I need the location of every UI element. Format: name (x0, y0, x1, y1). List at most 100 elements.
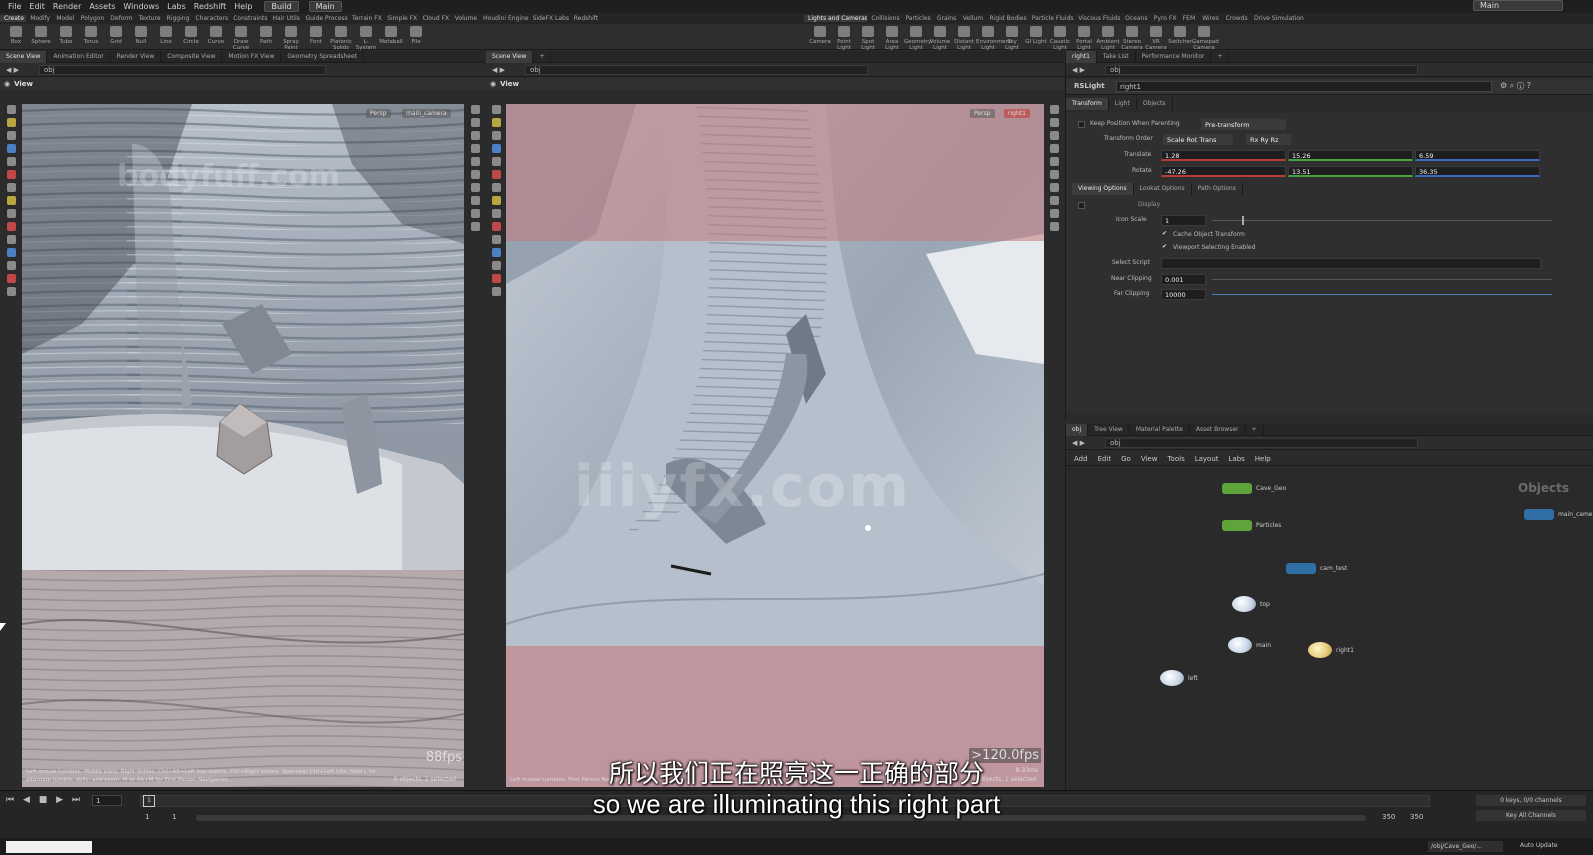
view-tool-icon[interactable] (6, 183, 16, 192)
handle-tool-icon[interactable] (6, 157, 16, 166)
tab-asset-browser[interactable]: Asset Browser (1190, 423, 1246, 436)
icon-scale-slider[interactable] (1212, 220, 1552, 221)
tab-geometry-spreadsheet[interactable]: Geometry Spreadsheet (281, 50, 364, 63)
rotate-tool-icon[interactable] (491, 131, 501, 140)
shelf-tab-volume[interactable]: Volume (451, 15, 479, 22)
normals-icon[interactable] (1049, 170, 1059, 179)
shelf-tab-rigid-bodies[interactable]: Rigid Bodies (986, 15, 1028, 22)
tab-scene-view[interactable]: Scene View (0, 50, 48, 63)
snap-tool-icon[interactable] (6, 209, 16, 218)
tab-take-list[interactable]: Take List (1097, 50, 1136, 63)
tab-render-view[interactable]: Render View (111, 50, 162, 63)
record-tool-icon[interactable] (6, 274, 16, 283)
shelf-tab-grains[interactable]: Grains (933, 15, 959, 22)
tool-gi-light[interactable]: GI Light (1024, 26, 1048, 48)
bg-icon[interactable] (1049, 196, 1059, 205)
shelf-tab-particle-fluids[interactable]: Particle Fluids (1028, 15, 1074, 22)
param-path-field[interactable]: obj (1105, 64, 1418, 75)
tool-caustic-light[interactable]: Caustic Light (1048, 26, 1072, 51)
workspace-selector-right[interactable]: Main (1473, 0, 1563, 11)
shaded-icon[interactable] (1049, 144, 1059, 153)
near-clipping-slider[interactable] (1212, 279, 1552, 280)
shelf-tab-create[interactable]: Create (0, 15, 27, 22)
tool-spot-light[interactable]: Spot Light (856, 26, 880, 51)
tool-font[interactable]: Font (304, 26, 328, 48)
move-tool-icon[interactable] (491, 118, 501, 127)
display-checkbox[interactable] (1078, 202, 1085, 209)
tab-scene-view-2[interactable]: Scene View (486, 50, 534, 63)
pre-transform-menu[interactable]: Pre-transform (1201, 119, 1286, 130)
shelf-tab-constraints[interactable]: Constraints (229, 15, 268, 22)
node-main[interactable]: main (1228, 637, 1271, 653)
ghost-icon[interactable] (1049, 183, 1059, 192)
grid-tool-icon[interactable] (6, 235, 16, 244)
far-clipping-field[interactable]: 10000 (1161, 289, 1206, 300)
cache-transform-check-icon[interactable]: ✔ (1162, 230, 1167, 237)
tab-performance-monitor[interactable]: Performance Monitor (1136, 50, 1212, 63)
translate-y[interactable]: 15.26 (1288, 150, 1413, 161)
camera-tool-icon[interactable] (491, 261, 501, 270)
normals-icon[interactable] (470, 170, 480, 179)
network-path-field[interactable]: obj (1105, 437, 1418, 448)
display-options-icon[interactable] (1049, 105, 1059, 114)
tab-transform[interactable]: Transform (1066, 98, 1109, 110)
light-tool-icon[interactable] (491, 248, 501, 257)
tool-metaball[interactable]: Metaball (379, 26, 403, 48)
back-arrow-icon[interactable]: ◀ ▶ (492, 66, 505, 74)
tool-camera[interactable]: Camera (808, 26, 832, 48)
rotate-z[interactable]: 36.35 (1415, 166, 1540, 177)
pose-tool-icon[interactable] (6, 170, 16, 179)
transform-order-menu[interactable]: Scale Rot Trans (1163, 134, 1233, 145)
tool-l-system[interactable]: L-System (354, 26, 378, 51)
node-left[interactable]: left (1160, 670, 1198, 686)
node-name-field[interactable]: right1 (1116, 81, 1492, 92)
select-tool-icon[interactable] (491, 105, 501, 114)
shelf-tab-drive-simulation[interactable]: Drive Simulation (1250, 15, 1304, 22)
tab-composite-view[interactable]: Composite View (161, 50, 223, 63)
bg-icon[interactable] (470, 196, 480, 205)
icon-scale-handle[interactable] (1242, 216, 1244, 225)
tool-distant-light[interactable]: Distant Light (952, 26, 976, 51)
render-tool-icon[interactable] (6, 287, 16, 296)
lock-icon[interactable] (470, 118, 480, 127)
brush-tool-icon[interactable] (491, 196, 501, 205)
shelf-tab-fem[interactable]: FEM (1179, 15, 1198, 22)
node-top[interactable]: top (1232, 596, 1270, 612)
wireframe-icon[interactable] (470, 131, 480, 140)
tool-switcher[interactable]: Switcher (1168, 26, 1192, 48)
lights-icon[interactable] (470, 222, 480, 231)
tool-portal-light[interactable]: Portal Light (1072, 26, 1096, 51)
net-menu-labs[interactable]: Labs (1229, 455, 1245, 463)
shaded-icon[interactable] (470, 144, 480, 153)
magnet-tool-icon[interactable] (491, 222, 501, 231)
eye-icon[interactable]: ◉ (4, 80, 10, 88)
icon-scale-field[interactable]: 1 (1161, 215, 1206, 226)
status-path-field[interactable]: /obj/Cave_Geo/... (1428, 841, 1503, 852)
tab-light[interactable]: Light (1109, 98, 1137, 110)
left-path-field[interactable]: obj (39, 64, 327, 75)
menu-edit[interactable]: Edit (25, 2, 49, 11)
tool-line[interactable]: Line (154, 26, 178, 48)
camera-tool-icon[interactable] (6, 261, 16, 270)
tool-sphere[interactable]: Sphere (29, 26, 53, 48)
node-particles[interactable]: Particles (1222, 520, 1281, 531)
ghost-icon[interactable] (470, 183, 480, 192)
shelf-tab-vellum[interactable]: Vellum (959, 15, 986, 22)
snap-tool-icon[interactable] (491, 209, 501, 218)
tool-geometry-light[interactable]: Geometry Light (904, 26, 931, 51)
lock-icon[interactable] (1049, 118, 1059, 127)
tab-objects[interactable]: Objects (1137, 98, 1173, 110)
rotate-tool-icon[interactable] (6, 131, 16, 140)
tool-gamepad-camera[interactable]: Gamepad Camera (1192, 26, 1219, 51)
move-tool-icon[interactable] (6, 118, 16, 127)
shelf-tab-particles[interactable]: Particles (901, 15, 932, 22)
menu-file[interactable]: File (4, 2, 25, 11)
shelf-tab-wires[interactable]: Wires (1198, 15, 1221, 22)
back-arrow-icon[interactable]: ◀ ▶ (1072, 439, 1085, 447)
net-menu-view[interactable]: View (1141, 455, 1158, 463)
rotate-y[interactable]: 13.51 (1288, 166, 1413, 177)
node-main-camera[interactable]: main_camera (1524, 509, 1593, 520)
tab-path-options[interactable]: Path Options (1192, 183, 1243, 195)
tab-viewing-options[interactable]: Viewing Options (1072, 183, 1134, 195)
net-menu-add[interactable]: Add (1074, 455, 1088, 463)
